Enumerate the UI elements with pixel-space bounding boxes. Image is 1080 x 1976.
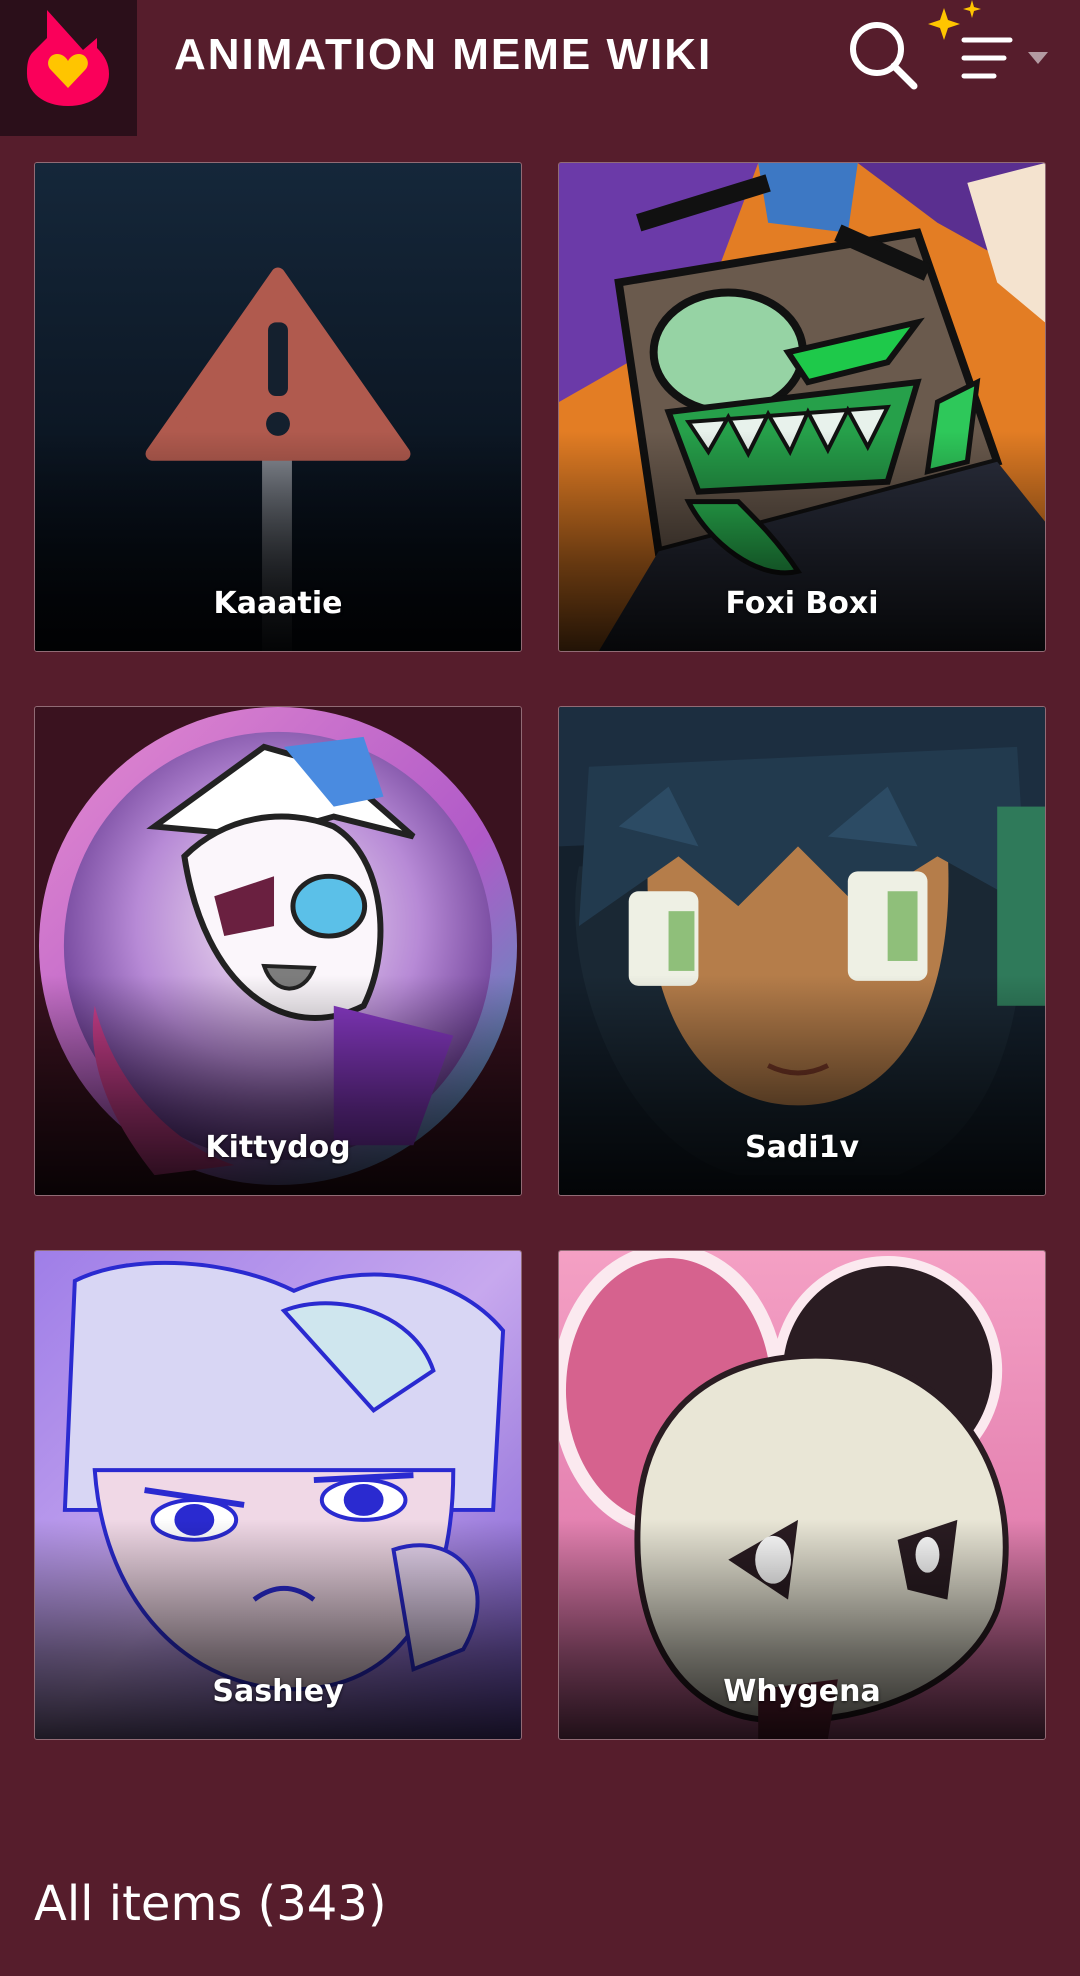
menu-sparkle-icon xyxy=(928,0,1048,79)
menu-button[interactable] xyxy=(920,0,1060,100)
fandom-heart-logo-icon xyxy=(27,10,109,106)
card-label: Kaaatie xyxy=(213,586,343,621)
card-foxi-boxi[interactable]: Foxi Boxi xyxy=(558,162,1046,652)
card-label: Foxi Boxi xyxy=(725,586,879,621)
card-whygena[interactable]: Whygena xyxy=(558,1250,1046,1740)
wiki-title[interactable]: ANIMATION MEME WIKI xyxy=(174,30,712,80)
all-items-heading: All items (343) xyxy=(34,1876,387,1932)
card-label: Kittydog xyxy=(205,1130,351,1165)
card-label: Sadi1v xyxy=(744,1130,860,1165)
search-button[interactable] xyxy=(846,18,920,92)
card-kittydog[interactable]: Kittydog xyxy=(34,706,522,1196)
card-sadi1v[interactable]: Sadi1v xyxy=(558,706,1046,1196)
card-label: Whygena xyxy=(723,1674,881,1709)
top-bar: ANIMATION MEME WIKI xyxy=(0,0,1080,136)
card-label: Sashley xyxy=(212,1674,344,1709)
card-kaaatie[interactable]: Kaaatie xyxy=(34,162,522,652)
fandom-logo[interactable] xyxy=(0,0,137,136)
search-icon xyxy=(850,22,918,90)
card-sashley[interactable]: Sashley xyxy=(34,1250,522,1740)
